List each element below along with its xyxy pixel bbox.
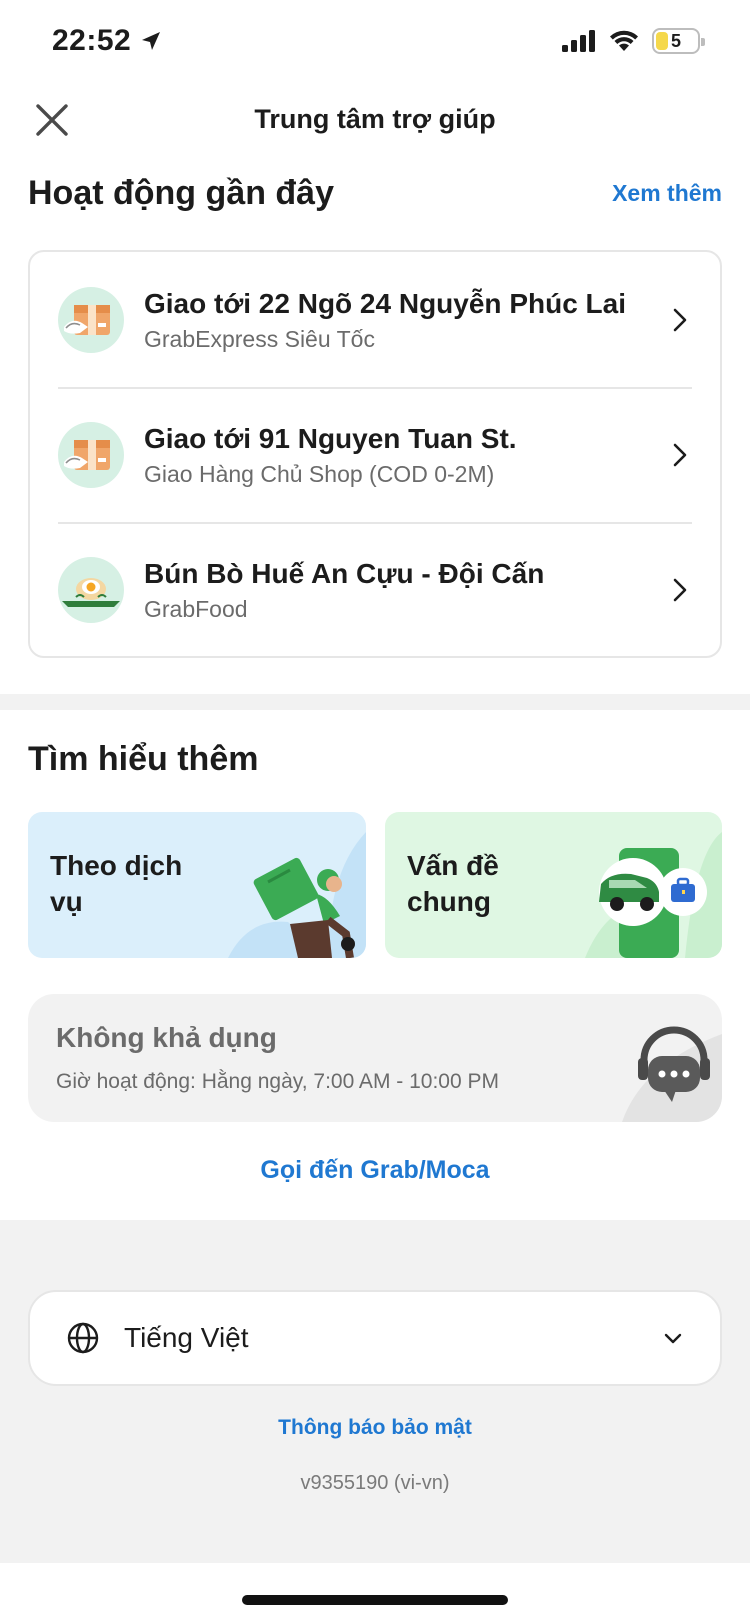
call-grab-link[interactable]: Gọi đến Grab/Moca <box>0 1156 750 1185</box>
header: Trung tâm trợ giúp <box>0 88 750 154</box>
recent-activity-subtitle: GrabExpress Siêu Tốc <box>144 326 375 352</box>
app-version: v9355190 (vi-vn) <box>300 1472 450 1494</box>
parcel-icon <box>58 286 124 353</box>
language-select[interactable]: Tiếng Việt <box>28 1290 722 1386</box>
status-indicators: 5 <box>562 28 705 54</box>
support-status-card: Không khả dụng Giờ hoạt động: Hằng ngày,… <box>28 994 722 1122</box>
privacy-notice-link[interactable]: Thông báo bảo mật <box>0 1416 750 1440</box>
language-label: Tiếng Việt <box>124 1322 249 1353</box>
recent-activity-title: Giao tới 91 Nguyen Tuan St. <box>144 423 517 454</box>
page-title: Trung tâm trợ giúp <box>254 104 496 134</box>
food-icon <box>58 556 124 623</box>
chevron-right-icon <box>673 578 687 601</box>
globe-icon <box>67 1322 99 1354</box>
chat-support-icon <box>622 1026 722 1122</box>
recent-activity-subtitle: GrabFood <box>144 596 248 622</box>
recent-activity-header: Hoạt động gần đây Xem thêm <box>28 174 722 213</box>
battery-level: 5 <box>670 30 681 51</box>
learn-more-title: Tìm hiểu thêm <box>28 740 259 778</box>
recent-activity-title: Hoạt động gần đây <box>28 174 334 212</box>
home-indicator <box>242 1595 508 1605</box>
support-status: Không khả dụng <box>56 1022 277 1053</box>
location-arrow-icon <box>142 32 161 50</box>
chevron-right-icon <box>673 443 687 466</box>
see-more-link[interactable]: Xem thêm <box>612 180 722 207</box>
wifi-icon <box>610 30 638 51</box>
status-time: 22:52 <box>52 24 132 57</box>
recent-activity-title: Giao tới 22 Ngõ 24 Nguyễn Phúc Lai <box>144 288 627 319</box>
car-briefcase-icon <box>585 832 722 958</box>
recent-activity-card: Giao tới 22 Ngõ 24 Nguyễn Phúc Lai GrabE… <box>28 250 722 658</box>
chevron-right-icon <box>673 308 687 331</box>
signal-icon <box>562 30 595 52</box>
by-service-tile[interactable]: Theo dịch vụ <box>28 812 366 958</box>
recent-activity-text: Giao tới 91 Nguyen Tuan St. Giao Hàng Ch… <box>144 421 662 488</box>
support-hours: Giờ hoạt động: Hằng ngày, 7:00 AM - 10:0… <box>56 1070 499 1093</box>
status-bar: 22:52 5 <box>0 0 750 84</box>
general-issues-tile[interactable]: Vấn đề chung <box>385 812 722 958</box>
recent-activity-item[interactable]: Giao tới 22 Ngõ 24 Nguyễn Phúc Lai GrabE… <box>30 252 720 387</box>
parcel-icon <box>58 421 124 488</box>
recent-activity-item[interactable]: Giao tới 91 Nguyen Tuan St. Giao Hàng Ch… <box>30 387 720 522</box>
recent-activity-text: Giao tới 22 Ngõ 24 Nguyễn Phúc Lai GrabE… <box>144 286 662 353</box>
footer: Tiếng Việt Thông báo bảo mật v9355190 (v… <box>0 1220 750 1563</box>
section-divider <box>0 694 750 710</box>
delivery-rider-icon <box>228 832 366 958</box>
recent-activity-subtitle: Giao Hàng Chủ Shop (COD 0-2M) <box>144 461 495 487</box>
learn-more-header: Tìm hiểu thêm <box>28 740 722 779</box>
recent-activity-text: Bún Bò Huế An Cựu - Đội Cấn GrabFood <box>144 556 662 623</box>
recent-activity-title: Bún Bò Huế An Cựu - Đội Cấn <box>144 558 545 589</box>
battery-icon: 5 <box>652 28 705 54</box>
chevron-down-icon <box>664 1333 682 1344</box>
status-time-container: 22:52 <box>52 24 163 58</box>
recent-activity-item[interactable]: Bún Bò Huế An Cựu - Đội Cấn GrabFood <box>30 522 720 657</box>
